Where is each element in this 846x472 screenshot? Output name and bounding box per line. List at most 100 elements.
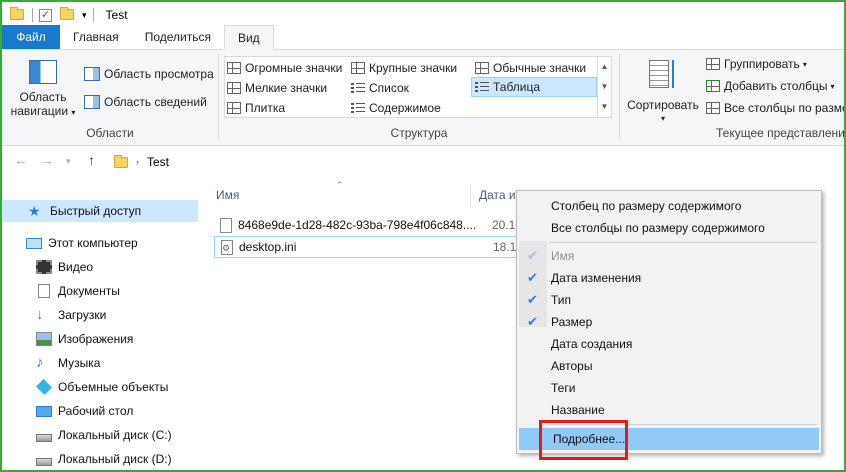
menu-item-size-all-columns[interactable]: Все столбцы по размеру содержимого — [517, 217, 821, 239]
downloads-icon: ↓ — [36, 306, 44, 323]
layout-gallery-scroll[interactable]: ▲ ▼ ▼ — [597, 57, 611, 117]
navigation-pane-icon — [29, 60, 57, 84]
new-folder-icon[interactable] — [60, 7, 76, 25]
expand-gallery-icon[interactable]: ▼ — [598, 97, 611, 117]
size-all-columns-icon — [706, 102, 720, 114]
file-row[interactable]: 8468e9de-1d28-482c-93ba-798e4f06c848....… — [214, 214, 539, 236]
tab-share[interactable]: Поделиться — [132, 25, 224, 49]
layout-group-label: Структура — [390, 126, 448, 140]
layout-medium-icons[interactable]: Обычные значки — [475, 58, 586, 78]
details-pane-icon — [84, 95, 100, 109]
sidebar-item-label: Музыка — [58, 356, 101, 370]
address-bar[interactable]: › Test — [108, 151, 844, 173]
layout-tiles[interactable]: Плитка — [227, 98, 285, 118]
layout-item-label: Содержимое — [369, 101, 441, 115]
sidebar-item-3d-objects[interactable]: Объемные объекты — [2, 376, 198, 398]
window-title: Test — [105, 8, 128, 22]
layout-content[interactable]: Содержимое — [351, 98, 441, 118]
layout-small-icons[interactable]: Мелкие значки — [227, 78, 327, 98]
file-row[interactable]: desktop.ini 18.12.20 — [214, 236, 540, 258]
sidebar-item-this-pc[interactable]: Этот компьютер — [2, 232, 198, 254]
breadcrumb-separator-icon[interactable]: › — [136, 157, 139, 167]
layout-large-icons[interactable]: Крупные значки — [351, 58, 457, 78]
sort-icon — [647, 58, 679, 98]
quick-access-dropdown-icon[interactable]: ▾ — [82, 10, 87, 21]
recent-locations-icon[interactable]: ▾ — [66, 156, 71, 167]
sidebar-item-pictures[interactable]: Изображения — [2, 328, 198, 350]
navigation-pane-button[interactable]: Область навигации ▾ — [10, 58, 76, 120]
column-divider[interactable] — [470, 184, 471, 208]
sidebar-item-downloads[interactable]: ↓ Загрузки — [2, 304, 198, 326]
current-view-group-label: Текущее представление — [716, 126, 846, 140]
video-icon — [36, 260, 52, 274]
layout-gallery: Огромные значки Крупные значки Обычные з… — [224, 56, 612, 118]
menu-item-column-tags[interactable]: Теги — [517, 377, 821, 399]
details-pane-button[interactable]: Область сведений — [84, 92, 207, 112]
tab-file[interactable]: Файл — [2, 25, 60, 49]
sidebar-item-label: Загрузки — [58, 308, 107, 322]
preview-pane-button[interactable]: Область просмотра — [84, 64, 214, 84]
menu-item-label: Имя — [551, 249, 575, 263]
group-by-label: Группировать — [724, 57, 800, 71]
back-icon[interactable]: ← — [14, 152, 28, 168]
scroll-down-icon[interactable]: ▼ — [598, 77, 611, 97]
sidebar-item-music[interactable]: ♪ Музыка — [2, 352, 198, 374]
sidebar-item-drive-d[interactable]: Локальный диск (D:) — [2, 448, 198, 470]
layout-extra-large-icons[interactable]: Огромные значки — [227, 58, 342, 78]
medium-icons-icon — [475, 62, 489, 74]
folder-icon — [10, 7, 26, 25]
divider — [32, 8, 33, 22]
small-icons-icon — [227, 82, 241, 94]
menu-item-column-date-modified[interactable]: ✔ Дата изменения — [517, 267, 821, 289]
sidebar-item-label: Этот компьютер — [48, 236, 138, 250]
sidebar-item-label: Рабочий стол — [58, 404, 134, 418]
sidebar-item-label: Документы — [58, 284, 120, 298]
menu-item-column-size[interactable]: ✔ Размер — [517, 311, 821, 333]
tab-view[interactable]: Вид — [223, 25, 274, 50]
file-name: desktop.ini — [239, 240, 297, 254]
layout-list[interactable]: Список — [351, 78, 409, 98]
group-by-button[interactable]: Группировать ▾ — [706, 54, 807, 74]
navigation-pane-label-2: навигации ▾ — [10, 104, 76, 118]
drive-icon — [36, 458, 52, 466]
column-context-menu: Столбец по размеру содержимого Все столб… — [516, 190, 822, 454]
menu-item-column-title[interactable]: Название — [517, 399, 821, 421]
breadcrumb-current[interactable]: Test — [147, 155, 169, 169]
checkmark-icon: ✔ — [527, 314, 538, 329]
add-columns-label: Добавить столбцы — [724, 79, 828, 93]
tiles-icon — [227, 102, 241, 114]
list-icon — [351, 82, 365, 94]
preview-pane-label: Область просмотра — [104, 67, 214, 81]
3d-objects-icon — [36, 379, 52, 395]
checkmark-icon: ✔ — [527, 270, 538, 285]
scroll-up-icon[interactable]: ▲ — [598, 57, 611, 77]
size-all-columns-button[interactable]: Все столбцы по размер — [706, 98, 844, 118]
properties-icon[interactable]: ✓ — [39, 8, 52, 22]
layout-item-label: Список — [369, 81, 409, 95]
menu-item-label: Тип — [551, 293, 572, 307]
menu-item-size-column[interactable]: Столбец по размеру содержимого — [517, 195, 821, 217]
ribbon-tabs: Файл Главная Поделиться Вид — [2, 25, 844, 50]
add-columns-button[interactable]: Добавить столбцы ▾ — [706, 76, 835, 96]
sidebar-item-documents[interactable]: Документы — [2, 280, 198, 302]
tab-home[interactable]: Главная — [60, 25, 132, 49]
sidebar-item-quick-access[interactable]: ★ Быстрый доступ — [2, 200, 198, 222]
navigation-pane: ★ Быстрый доступ Этот компьютер Видео До… — [2, 178, 202, 470]
menu-item-column-type[interactable]: ✔ Тип — [517, 289, 821, 311]
sidebar-item-desktop[interactable]: Рабочий стол — [2, 400, 198, 422]
sort-dropdown-icon: ▾ — [660, 114, 665, 123]
current-view-group: Сортировать ▾ Группировать ▾ Добавить ст… — [620, 50, 846, 146]
menu-item-column-authors[interactable]: Авторы — [517, 355, 821, 377]
menu-item-column-date-created[interactable]: Дата создания — [517, 333, 821, 355]
layout-details[interactable]: Таблица — [471, 77, 597, 97]
column-header-name[interactable]: Имя — [216, 188, 239, 202]
column-header-date[interactable]: Дата и — [479, 188, 516, 202]
sidebar-item-videos[interactable]: Видео — [2, 256, 198, 278]
sidebar-item-label: Локальный диск (D:) — [58, 452, 172, 466]
large-icons-icon — [351, 62, 365, 74]
sidebar-item-drive-c[interactable]: Локальный диск (C:) — [2, 424, 198, 446]
up-icon[interactable]: ↑ — [88, 152, 95, 168]
panes-group: Область навигации ▾ Область просмотра Об… — [2, 50, 218, 146]
forward-icon[interactable]: → — [40, 152, 54, 168]
sort-by-button[interactable]: Сортировать ▾ — [626, 58, 700, 126]
